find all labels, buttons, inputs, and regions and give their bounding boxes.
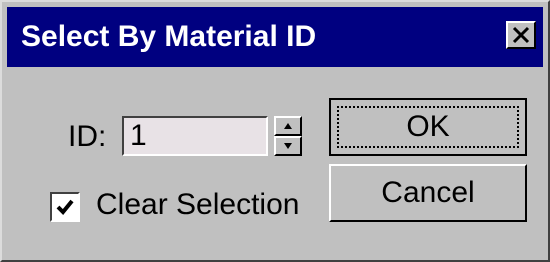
window-title: Select By Material ID	[21, 20, 317, 53]
close-icon	[512, 26, 530, 44]
checkmark-icon	[56, 199, 74, 215]
id-spinner[interactable]	[274, 116, 302, 156]
spinner-up-button[interactable]	[274, 116, 302, 136]
ok-button-label: OK	[406, 110, 450, 143]
clear-selection-checkbox[interactable]	[50, 192, 80, 222]
ok-button[interactable]: OK	[329, 98, 527, 156]
id-input[interactable]	[122, 116, 268, 156]
select-by-material-id-dialog: Select By Material ID ID: Clear Selectio…	[0, 0, 550, 262]
spinner-down-button[interactable]	[274, 136, 302, 156]
id-label: ID:	[68, 120, 107, 153]
cancel-button[interactable]: Cancel	[329, 164, 527, 222]
clear-selection-label[interactable]: Clear Selection	[96, 188, 299, 222]
spinner-down-icon	[284, 143, 292, 149]
spinner-up-icon	[284, 123, 292, 129]
title-bar: Select By Material ID	[7, 7, 543, 67]
cancel-button-label: Cancel	[381, 176, 475, 209]
close-button[interactable]	[506, 21, 536, 49]
